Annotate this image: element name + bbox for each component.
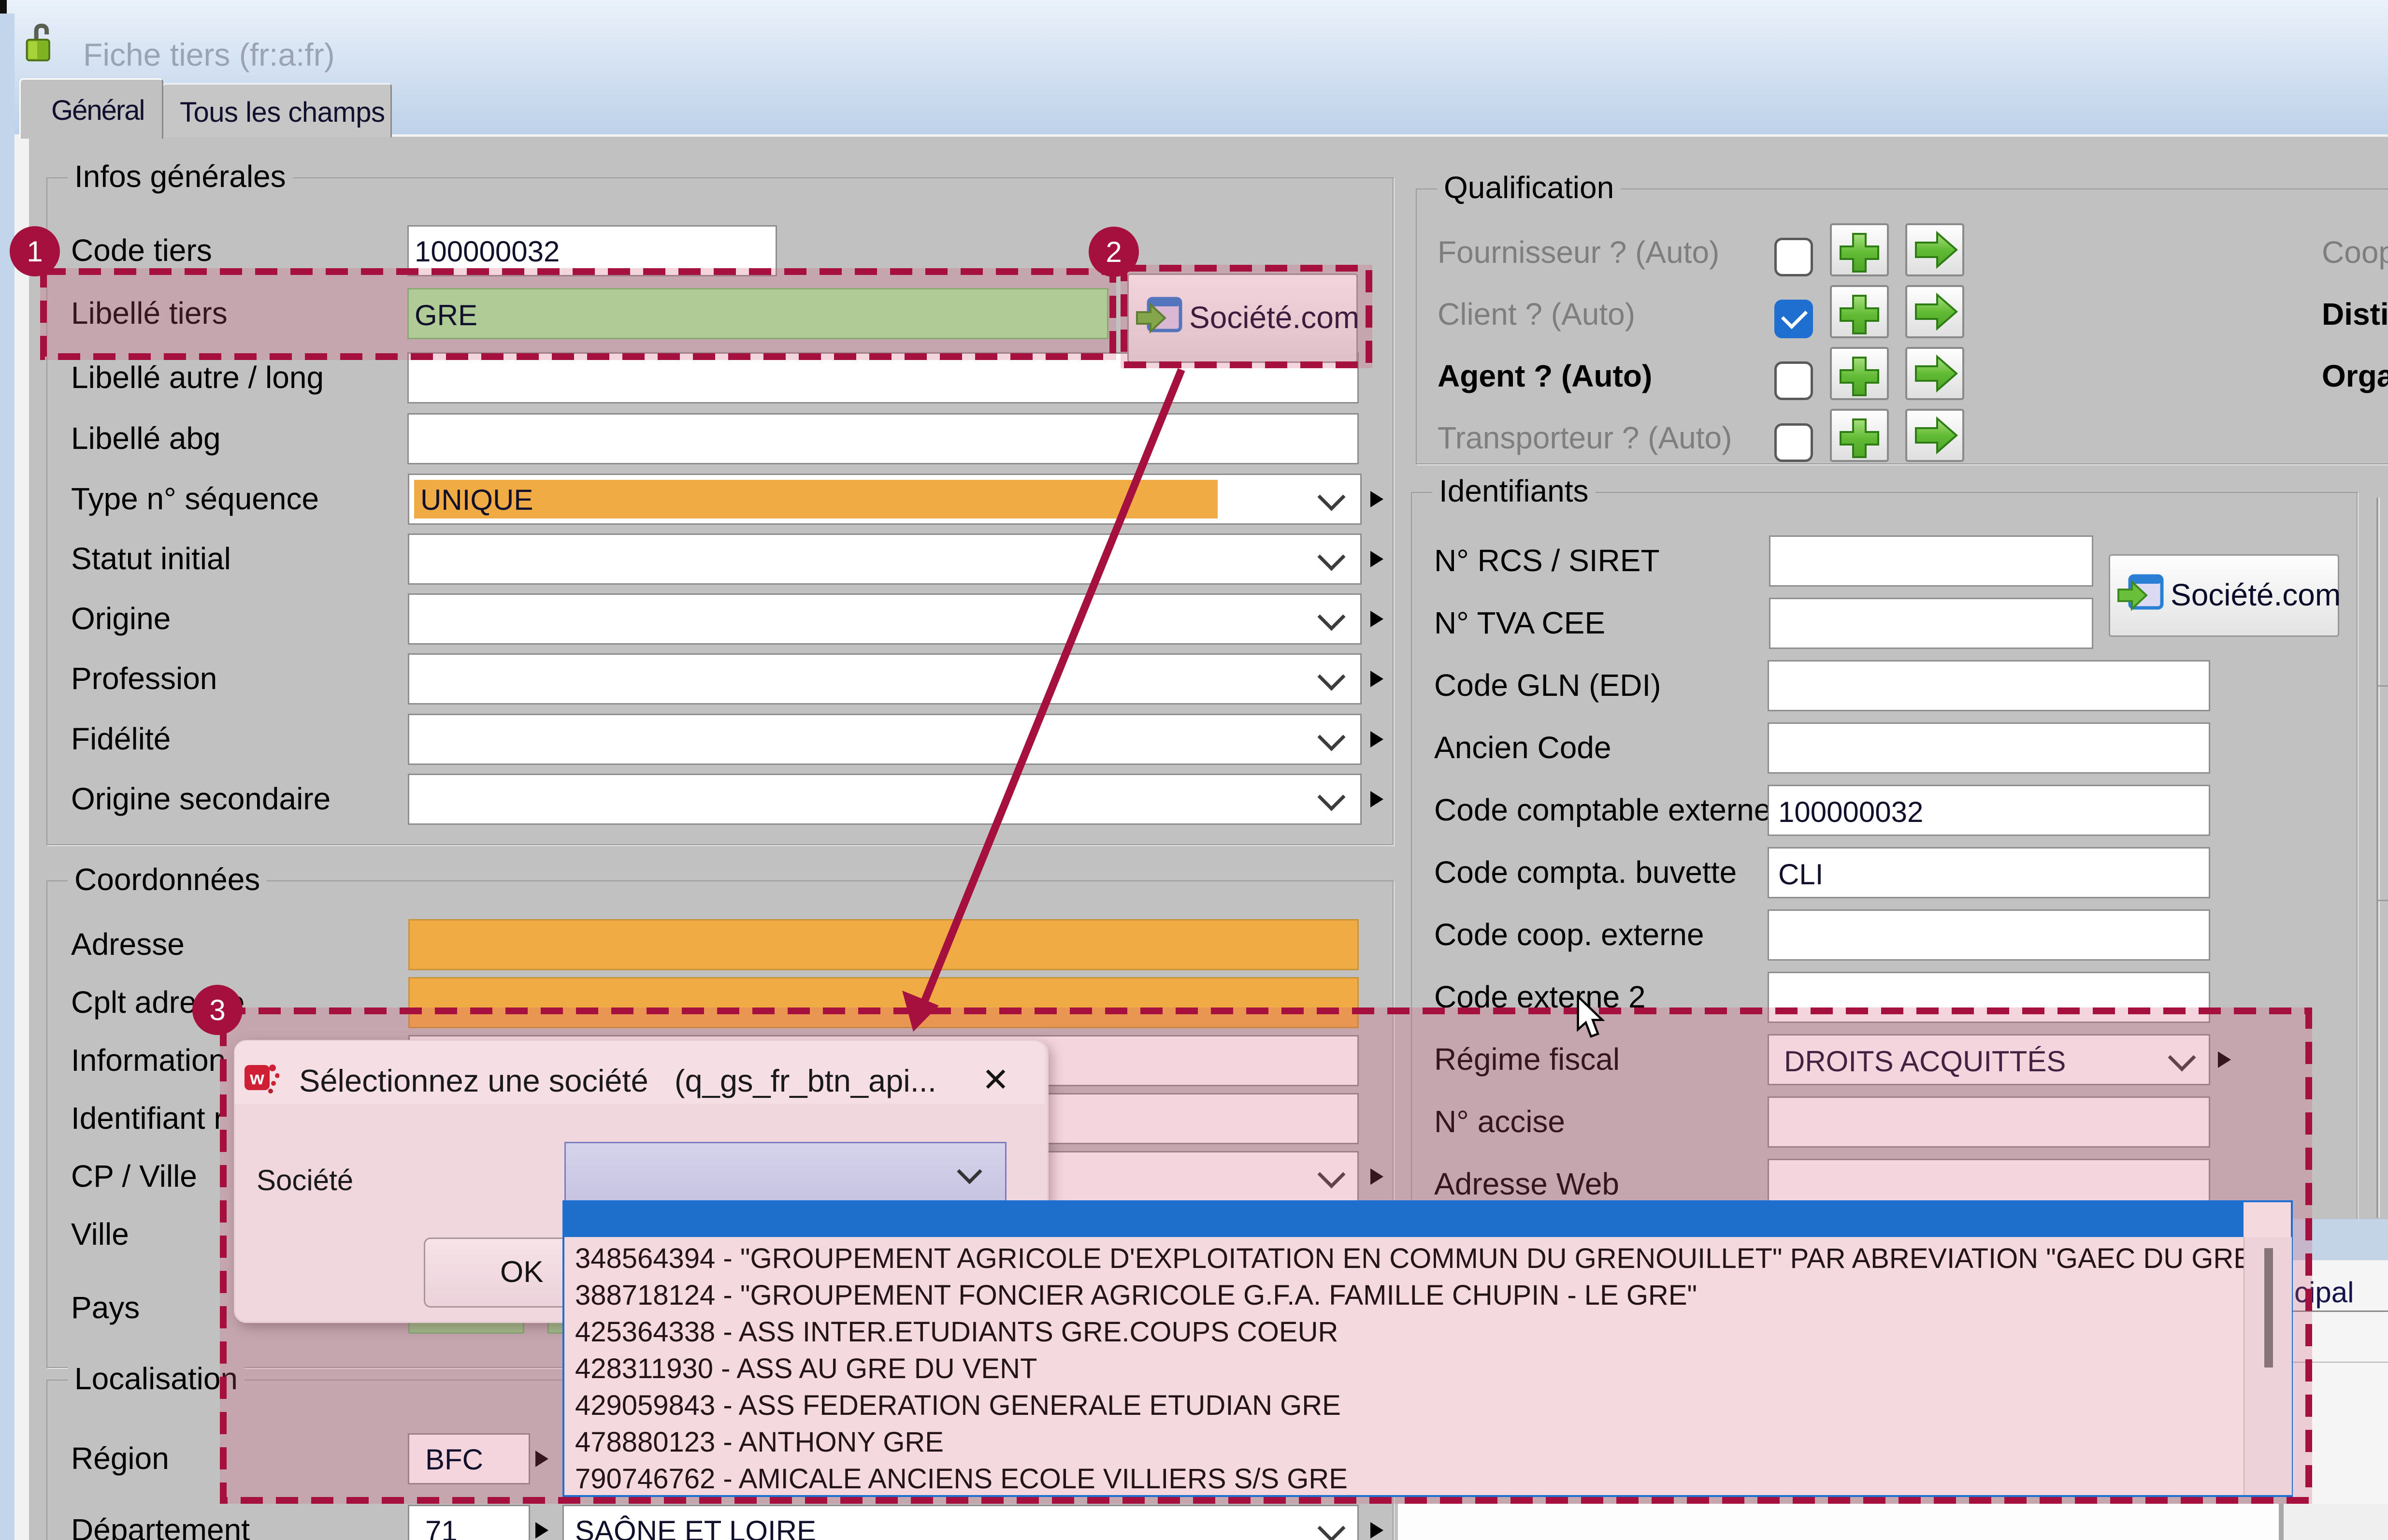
- svg-text:w: w: [249, 1068, 264, 1089]
